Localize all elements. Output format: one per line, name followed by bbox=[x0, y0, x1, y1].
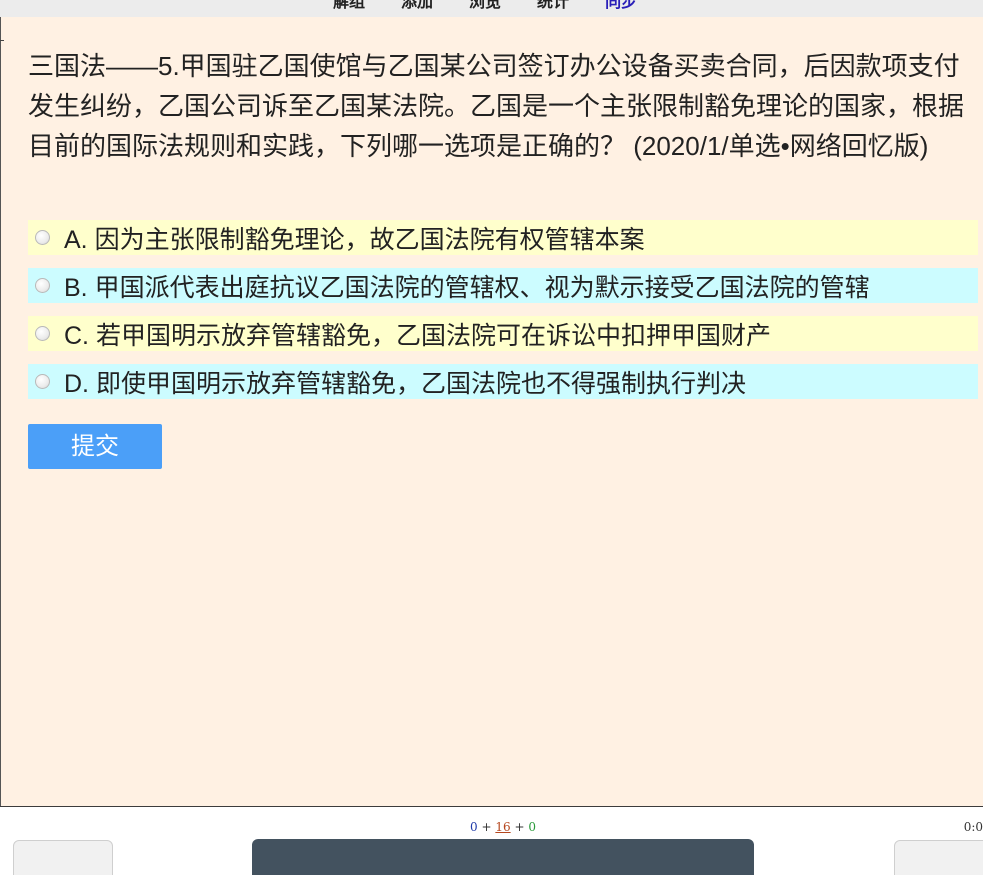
next-button[interactable] bbox=[894, 840, 983, 875]
left-tick-mark bbox=[0, 40, 4, 41]
menu-item-stats[interactable]: 统计 bbox=[537, 0, 569, 12]
submit-button[interactable]: 提交 bbox=[28, 424, 162, 469]
menu-item-ungroup[interactable]: 解组 bbox=[333, 0, 365, 12]
menu-item-add[interactable]: 添加 bbox=[401, 0, 433, 12]
count-sep-1: + bbox=[477, 820, 496, 834]
option-c-label: C. 若甲国明示放弃管辖豁免，乙国法院可在诉讼中扣押甲国财产 bbox=[64, 321, 771, 350]
option-c[interactable]: C. 若甲国明示放弃管辖豁免，乙国法院可在诉讼中扣押甲国财产 bbox=[28, 316, 978, 351]
menu-item-sync[interactable]: 同步 bbox=[605, 0, 637, 12]
option-b[interactable]: B. 甲国派代表出庭抗议乙国法院的管辖权、视为默示接受乙国法院的管辖 bbox=[28, 268, 978, 303]
option-a[interactable]: A. 因为主张限制豁免理论，故乙国法院有权管辖本案 bbox=[28, 220, 978, 255]
bottom-bar: 0 + 16 + 0 0:0 bbox=[0, 806, 983, 875]
top-menu-bar: 解组 添加 浏览 统计 同步 bbox=[0, 0, 983, 17]
radio-d[interactable] bbox=[35, 374, 50, 389]
menu-item-browse[interactable]: 浏览 bbox=[469, 0, 501, 12]
prev-button[interactable] bbox=[13, 840, 113, 875]
timer: 0:0 bbox=[963, 820, 983, 834]
center-action-button[interactable] bbox=[252, 839, 754, 875]
option-d[interactable]: D. 即使甲国明示放弃管辖豁免，乙国法院也不得强制执行判决 bbox=[28, 364, 978, 399]
top-menu: 解组 添加 浏览 统计 同步 bbox=[333, 0, 637, 12]
count-done: 0 bbox=[470, 820, 478, 834]
question-text: 三国法——5.甲国驻乙国使馆与乙国某公司签订办公设备买卖合同，后因款项支付发生纠… bbox=[28, 51, 965, 161]
radio-b[interactable] bbox=[35, 278, 50, 293]
progress-counter: 0 + 16 + 0 bbox=[0, 820, 983, 834]
option-a-label: A. 因为主张限制豁免理论，故乙国法院有权管辖本案 bbox=[64, 225, 645, 254]
left-border bbox=[0, 17, 1, 807]
radio-a[interactable] bbox=[35, 230, 50, 245]
count-wrong-link[interactable]: 16 bbox=[495, 820, 510, 834]
option-b-label: B. 甲国派代表出庭抗议乙国法院的管辖权、视为默示接受乙国法院的管辖 bbox=[64, 273, 870, 302]
count-right: 0 bbox=[528, 820, 536, 834]
count-sep-2: + bbox=[510, 820, 529, 834]
option-d-label: D. 即使甲国明示放弃管辖豁免，乙国法院也不得强制执行判决 bbox=[64, 369, 746, 398]
answer-options: A. 因为主张限制豁免理论，故乙国法院有权管辖本案 B. 甲国派代表出庭抗议乙国… bbox=[28, 220, 978, 412]
radio-c[interactable] bbox=[35, 326, 50, 341]
